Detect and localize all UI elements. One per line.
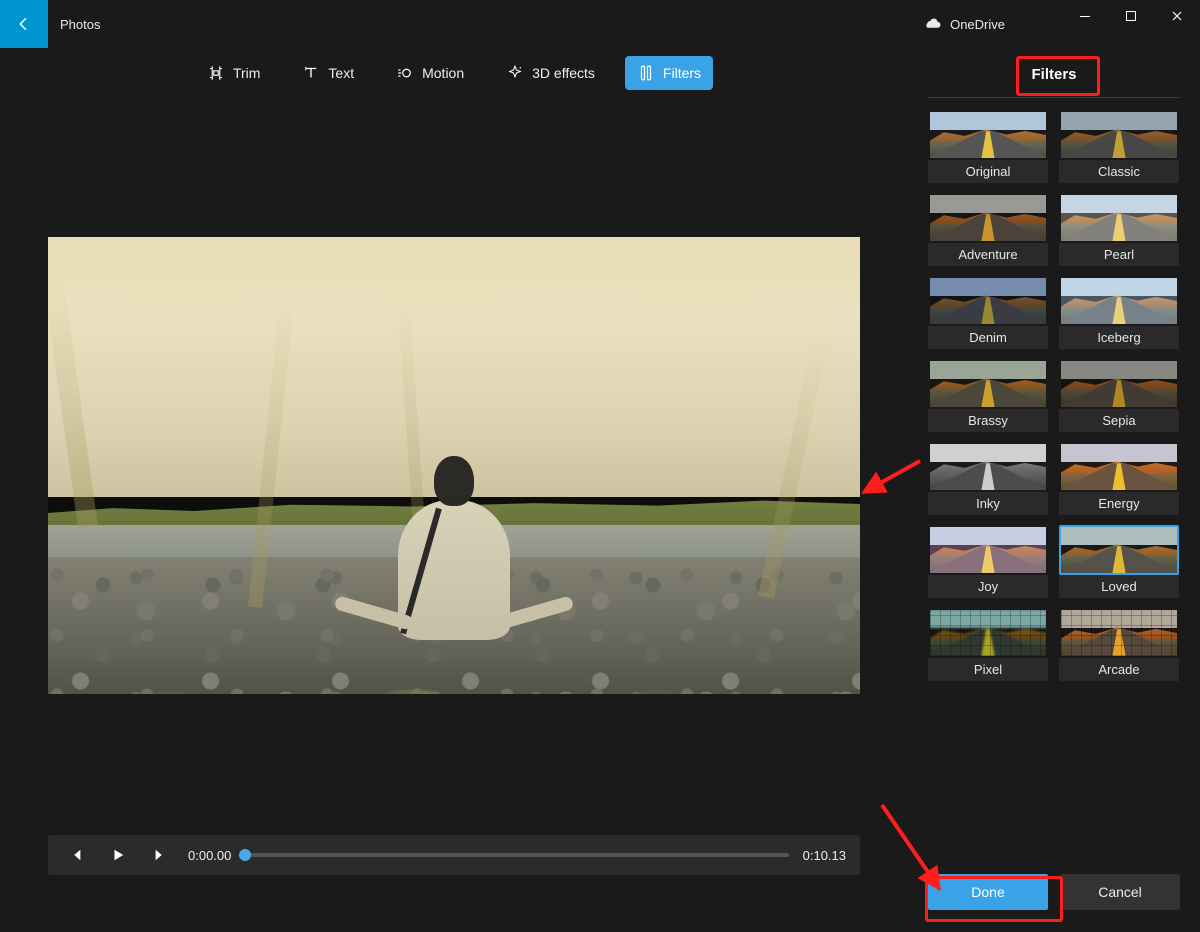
filter-energy[interactable]: Energy (1059, 442, 1180, 515)
filter-label: Joy (928, 575, 1048, 598)
filters-grid: Original Classic Adventure Pearl Denim Iceber… (928, 110, 1180, 681)
filter-label: Original (928, 160, 1048, 183)
back-button[interactable] (0, 0, 48, 48)
filter-thumb (928, 442, 1048, 492)
toolbar-trim-label: Trim (233, 65, 260, 81)
toolbar-filters-label: Filters (663, 65, 701, 81)
toolbar-text-label: Text (328, 65, 354, 81)
text-icon: + (302, 64, 320, 82)
trim-icon (207, 64, 225, 82)
filter-thumb (1059, 442, 1179, 492)
filter-label: Classic (1059, 160, 1179, 183)
filter-label: Iceberg (1059, 326, 1179, 349)
preview-scene (48, 237, 860, 694)
filter-thumb (1059, 193, 1179, 243)
filter-thumb (928, 110, 1048, 160)
filter-thumb (928, 193, 1048, 243)
svg-text:+: + (305, 68, 308, 73)
filter-thumb (1059, 608, 1179, 658)
panel-header-tab[interactable]: Filters (1021, 62, 1086, 87)
minimize-icon (1079, 10, 1091, 22)
filter-sepia[interactable]: Sepia (1059, 359, 1180, 432)
filter-label: Pixel (928, 658, 1048, 681)
seek-thumb[interactable] (239, 849, 251, 861)
filter-arcade[interactable]: Arcade (1059, 608, 1180, 681)
toolbar-motion-label: Motion (422, 65, 464, 81)
filter-label: Pearl (1059, 243, 1179, 266)
filter-label: Adventure (928, 243, 1048, 266)
filter-label: Loved (1059, 575, 1179, 598)
minimize-button[interactable] (1062, 0, 1108, 32)
done-button[interactable]: Done (928, 874, 1048, 910)
filter-pearl[interactable]: Pearl (1059, 193, 1180, 266)
step-back-icon (69, 848, 83, 862)
next-frame-button[interactable] (146, 841, 174, 869)
filter-inky[interactable]: Inky (928, 442, 1049, 515)
filter-denim[interactable]: Denim (928, 276, 1049, 349)
filter-thumb (1059, 359, 1179, 409)
seek-track[interactable] (245, 853, 788, 857)
filter-original[interactable]: Original (928, 110, 1049, 183)
filter-label: Arcade (1059, 658, 1179, 681)
filter-classic[interactable]: Classic (1059, 110, 1180, 183)
toolbar-filters[interactable]: Filters (625, 56, 713, 90)
maximize-button[interactable] (1108, 0, 1154, 32)
panel-buttons: Done Cancel (928, 874, 1180, 910)
cloud-icon (924, 18, 942, 30)
titlebar: Photos OneDrive (0, 0, 1200, 48)
play-icon (111, 848, 125, 862)
panel-header: Filters (928, 56, 1180, 98)
filter-label: Brassy (928, 409, 1048, 432)
onedrive-status[interactable]: OneDrive (924, 0, 1005, 48)
filter-thumb (1059, 525, 1179, 575)
toolbar-text[interactable]: + Text (290, 56, 366, 90)
sparkle-icon (506, 64, 524, 82)
video-preview[interactable] (48, 237, 860, 694)
filter-thumb (928, 525, 1048, 575)
filter-thumb (928, 276, 1048, 326)
filters-panel: Filters Original Classic Adventure Pearl Den… (908, 48, 1200, 932)
maximize-icon (1125, 10, 1137, 22)
filter-loved[interactable]: Loved (1059, 525, 1180, 598)
filter-label: Denim (928, 326, 1048, 349)
total-time: 0:10.13 (803, 848, 846, 863)
toolbar-3d-effects[interactable]: 3D effects (494, 56, 607, 90)
onedrive-label: OneDrive (950, 17, 1005, 32)
close-button[interactable] (1154, 0, 1200, 32)
filter-pixel[interactable]: Pixel (928, 608, 1049, 681)
current-time: 0:00.00 (188, 848, 231, 863)
filter-label: Energy (1059, 492, 1179, 515)
playback-bar: 0:00.00 0:10.13 (48, 835, 860, 875)
filter-adventure[interactable]: Adventure (928, 193, 1049, 266)
filter-joy[interactable]: Joy (928, 525, 1049, 598)
filter-thumb (928, 608, 1048, 658)
filter-label: Inky (928, 492, 1048, 515)
filter-label: Sepia (1059, 409, 1179, 432)
window-controls (1062, 0, 1200, 32)
filter-brassy[interactable]: Brassy (928, 359, 1049, 432)
close-icon (1171, 10, 1183, 22)
step-forward-icon (153, 848, 167, 862)
filter-thumb (1059, 276, 1179, 326)
editor-toolbar: Trim + Text Motion 3D effects Filters (0, 56, 908, 90)
play-button[interactable] (104, 841, 132, 869)
arrow-left-icon (15, 15, 33, 33)
filter-iceberg[interactable]: Iceberg (1059, 276, 1180, 349)
filters-icon (637, 64, 655, 82)
app-title: Photos (60, 17, 100, 32)
toolbar-motion[interactable]: Motion (384, 56, 476, 90)
toolbar-3d-label: 3D effects (532, 65, 595, 81)
cancel-button[interactable]: Cancel (1060, 874, 1180, 910)
motion-icon (396, 64, 414, 82)
filter-thumb (928, 359, 1048, 409)
toolbar-trim[interactable]: Trim (195, 56, 272, 90)
filter-thumb (1059, 110, 1179, 160)
prev-frame-button[interactable] (62, 841, 90, 869)
